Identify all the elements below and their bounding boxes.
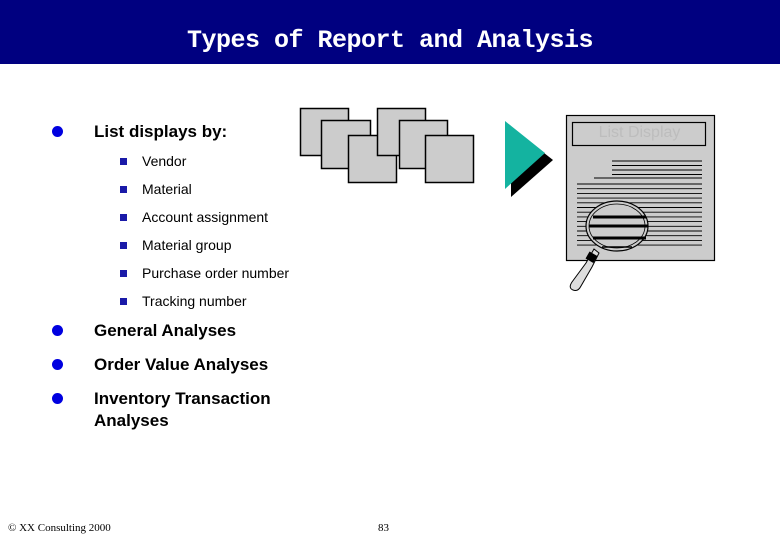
slide-title: Types of Report and Analysis — [186, 26, 594, 55]
document-stack-icon — [299, 107, 475, 184]
sub-bullet-label: Material — [142, 181, 192, 197]
bullet-label: General Analyses — [94, 321, 237, 340]
copyright-text: © XX Consulting 2000 — [8, 522, 111, 534]
bullet-dot-icon — [52, 359, 63, 370]
bullet-label: Inventory Transaction Analyses — [94, 388, 271, 432]
bullet-dot-icon — [52, 126, 63, 137]
bullet-square-icon — [120, 297, 127, 305]
title-bar: Types of Report and Analysis — [0, 0, 780, 64]
sub-bullet-tracking-number: Tracking number — [120, 293, 247, 309]
bullet-label: List displays by: — [94, 122, 228, 141]
bullet-square-icon — [120, 213, 127, 221]
bullet-order-value-analyses: Order Value Analyses — [52, 354, 268, 376]
bullet-label-line2: Analyses — [94, 411, 169, 430]
sub-bullet-vendor: Vendor — [120, 153, 186, 169]
sub-bullet-material: Material — [120, 181, 192, 197]
sub-bullet-label: Vendor — [142, 153, 187, 169]
sub-bullet-label: Material group — [142, 237, 232, 253]
bullet-square-icon — [120, 157, 127, 165]
bullet-dot-icon — [52, 393, 63, 404]
bullet-list-displays: List displays by: — [52, 121, 227, 143]
sub-bullet-label: Tracking number — [142, 293, 247, 309]
bullet-general-analyses: General Analyses — [52, 320, 236, 342]
page-number: 83 — [378, 522, 389, 534]
bullet-label: Order Value Analyses — [94, 355, 269, 374]
sub-bullet-purchase-order-number: Purchase order number — [120, 265, 289, 281]
sub-bullet-material-group: Material group — [120, 237, 232, 253]
bullet-square-icon — [120, 241, 127, 249]
bullet-square-icon — [120, 185, 127, 193]
sub-bullet-account-assignment: Account assignment — [120, 209, 268, 225]
bullet-dot-icon — [52, 325, 63, 336]
sub-bullet-label: Purchase order number — [142, 265, 290, 281]
list-display-label: List Display — [598, 124, 681, 141]
bullet-inventory-transaction-analyses: Inventory Transaction Analyses — [52, 388, 271, 432]
bullet-label-line1: Inventory Transaction — [94, 389, 271, 408]
sub-bullet-label: Account assignment — [142, 209, 269, 225]
bullet-square-icon — [120, 269, 127, 277]
